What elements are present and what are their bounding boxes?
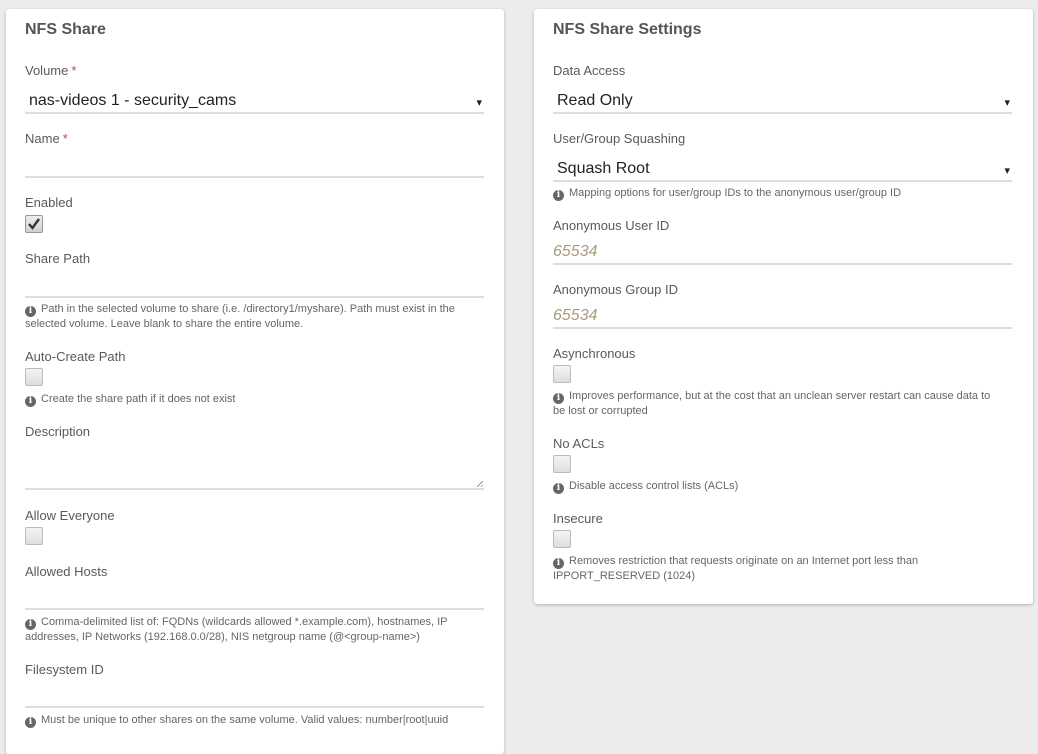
- info-icon: i: [25, 306, 36, 317]
- allow-everyone-label: Allow Everyone: [25, 508, 115, 523]
- no-acls-checkbox[interactable]: [553, 455, 571, 473]
- asynchronous-label: Asynchronous: [553, 346, 636, 361]
- volume-value: nas-videos 1 - security_cams: [29, 92, 237, 109]
- filesystem-id-help: i Must be unique to other shares on the s…: [25, 713, 470, 728]
- filesystem-id-label: Filesystem ID: [25, 662, 104, 677]
- chevron-down-icon: ▾: [1004, 165, 1010, 177]
- nfs-share-settings-panel: NFS Share Settings Data Access Read Only…: [534, 9, 1033, 604]
- anon-user-input[interactable]: 65534: [553, 242, 1012, 265]
- filesystem-id-input[interactable]: [25, 685, 484, 708]
- info-icon: i: [25, 717, 36, 728]
- info-icon: i: [553, 393, 564, 404]
- required-marker: *: [71, 63, 77, 78]
- allowed-hosts-input[interactable]: [25, 587, 484, 610]
- enabled-label: Enabled: [25, 195, 73, 210]
- resize-handle-icon[interactable]: [477, 481, 483, 487]
- no-acls-label: No ACLs: [553, 436, 605, 451]
- panel-title: NFS Share Settings: [553, 21, 702, 38]
- info-icon: i: [25, 619, 36, 630]
- description-textarea[interactable]: [25, 450, 484, 490]
- squashing-label: User/Group Squashing: [553, 131, 686, 146]
- insecure-label: Insecure: [553, 511, 603, 526]
- check-icon: [28, 218, 40, 230]
- data-access-value: Read Only: [557, 92, 633, 109]
- insecure-help: i Removes restriction that requests origi…: [553, 555, 919, 582]
- asynchronous-checkbox[interactable]: [553, 365, 571, 383]
- data-access-select[interactable]: Read Only ▾: [553, 91, 1012, 114]
- allow-everyone-checkbox[interactable]: [25, 527, 43, 545]
- name-label: Name *: [25, 131, 68, 146]
- auto-create-help: i Create the share path if it does not ex…: [25, 392, 470, 407]
- allowed-hosts-help: i Comma-delimited list of: FQDNs (wildcar…: [25, 616, 448, 643]
- allowed-hosts-label: Allowed Hosts: [25, 564, 108, 579]
- chevron-down-icon: ▾: [1004, 97, 1010, 109]
- anon-group-label: Anonymous Group ID: [553, 282, 679, 297]
- squashing-help: i Mapping options for user/group IDs to t…: [553, 186, 998, 201]
- anon-user-label: Anonymous User ID: [553, 218, 670, 233]
- share-path-label: Share Path: [25, 251, 91, 266]
- volume-label: Volume *: [25, 63, 77, 78]
- no-acls-help: i Disable access control lists (ACLs): [553, 479, 998, 494]
- info-icon: i: [553, 190, 564, 201]
- anon-group-placeholder: 65534: [553, 307, 598, 324]
- squashing-select[interactable]: Squash Root ▾: [553, 159, 1012, 182]
- nfs-share-panel: NFS Share Volume * nas-videos 1 - securit…: [6, 9, 504, 754]
- description-label: Description: [25, 424, 91, 439]
- asynchronous-help: i Improves performance, but at the cost t…: [553, 390, 991, 417]
- info-icon: i: [25, 396, 36, 407]
- required-marker: *: [62, 131, 68, 146]
- anon-group-input[interactable]: 65534: [553, 306, 1012, 329]
- data-access-label: Data Access: [553, 63, 626, 78]
- enabled-checkbox[interactable]: [25, 215, 43, 233]
- anon-user-placeholder: 65534: [553, 243, 598, 260]
- share-path-input[interactable]: [25, 275, 484, 298]
- share-path-help: i Path in the selected volume to share (i…: [25, 303, 455, 330]
- squashing-value: Squash Root: [557, 160, 650, 177]
- auto-create-label: Auto-Create Path: [25, 349, 126, 364]
- volume-select[interactable]: nas-videos 1 - security_cams ▾: [25, 91, 484, 114]
- info-icon: i: [553, 483, 564, 494]
- info-icon: i: [553, 558, 564, 569]
- panel-title: NFS Share: [25, 21, 106, 38]
- auto-create-checkbox[interactable]: [25, 368, 43, 386]
- insecure-checkbox[interactable]: [553, 530, 571, 548]
- name-input[interactable]: [25, 155, 484, 178]
- chevron-down-icon: ▾: [476, 97, 482, 109]
